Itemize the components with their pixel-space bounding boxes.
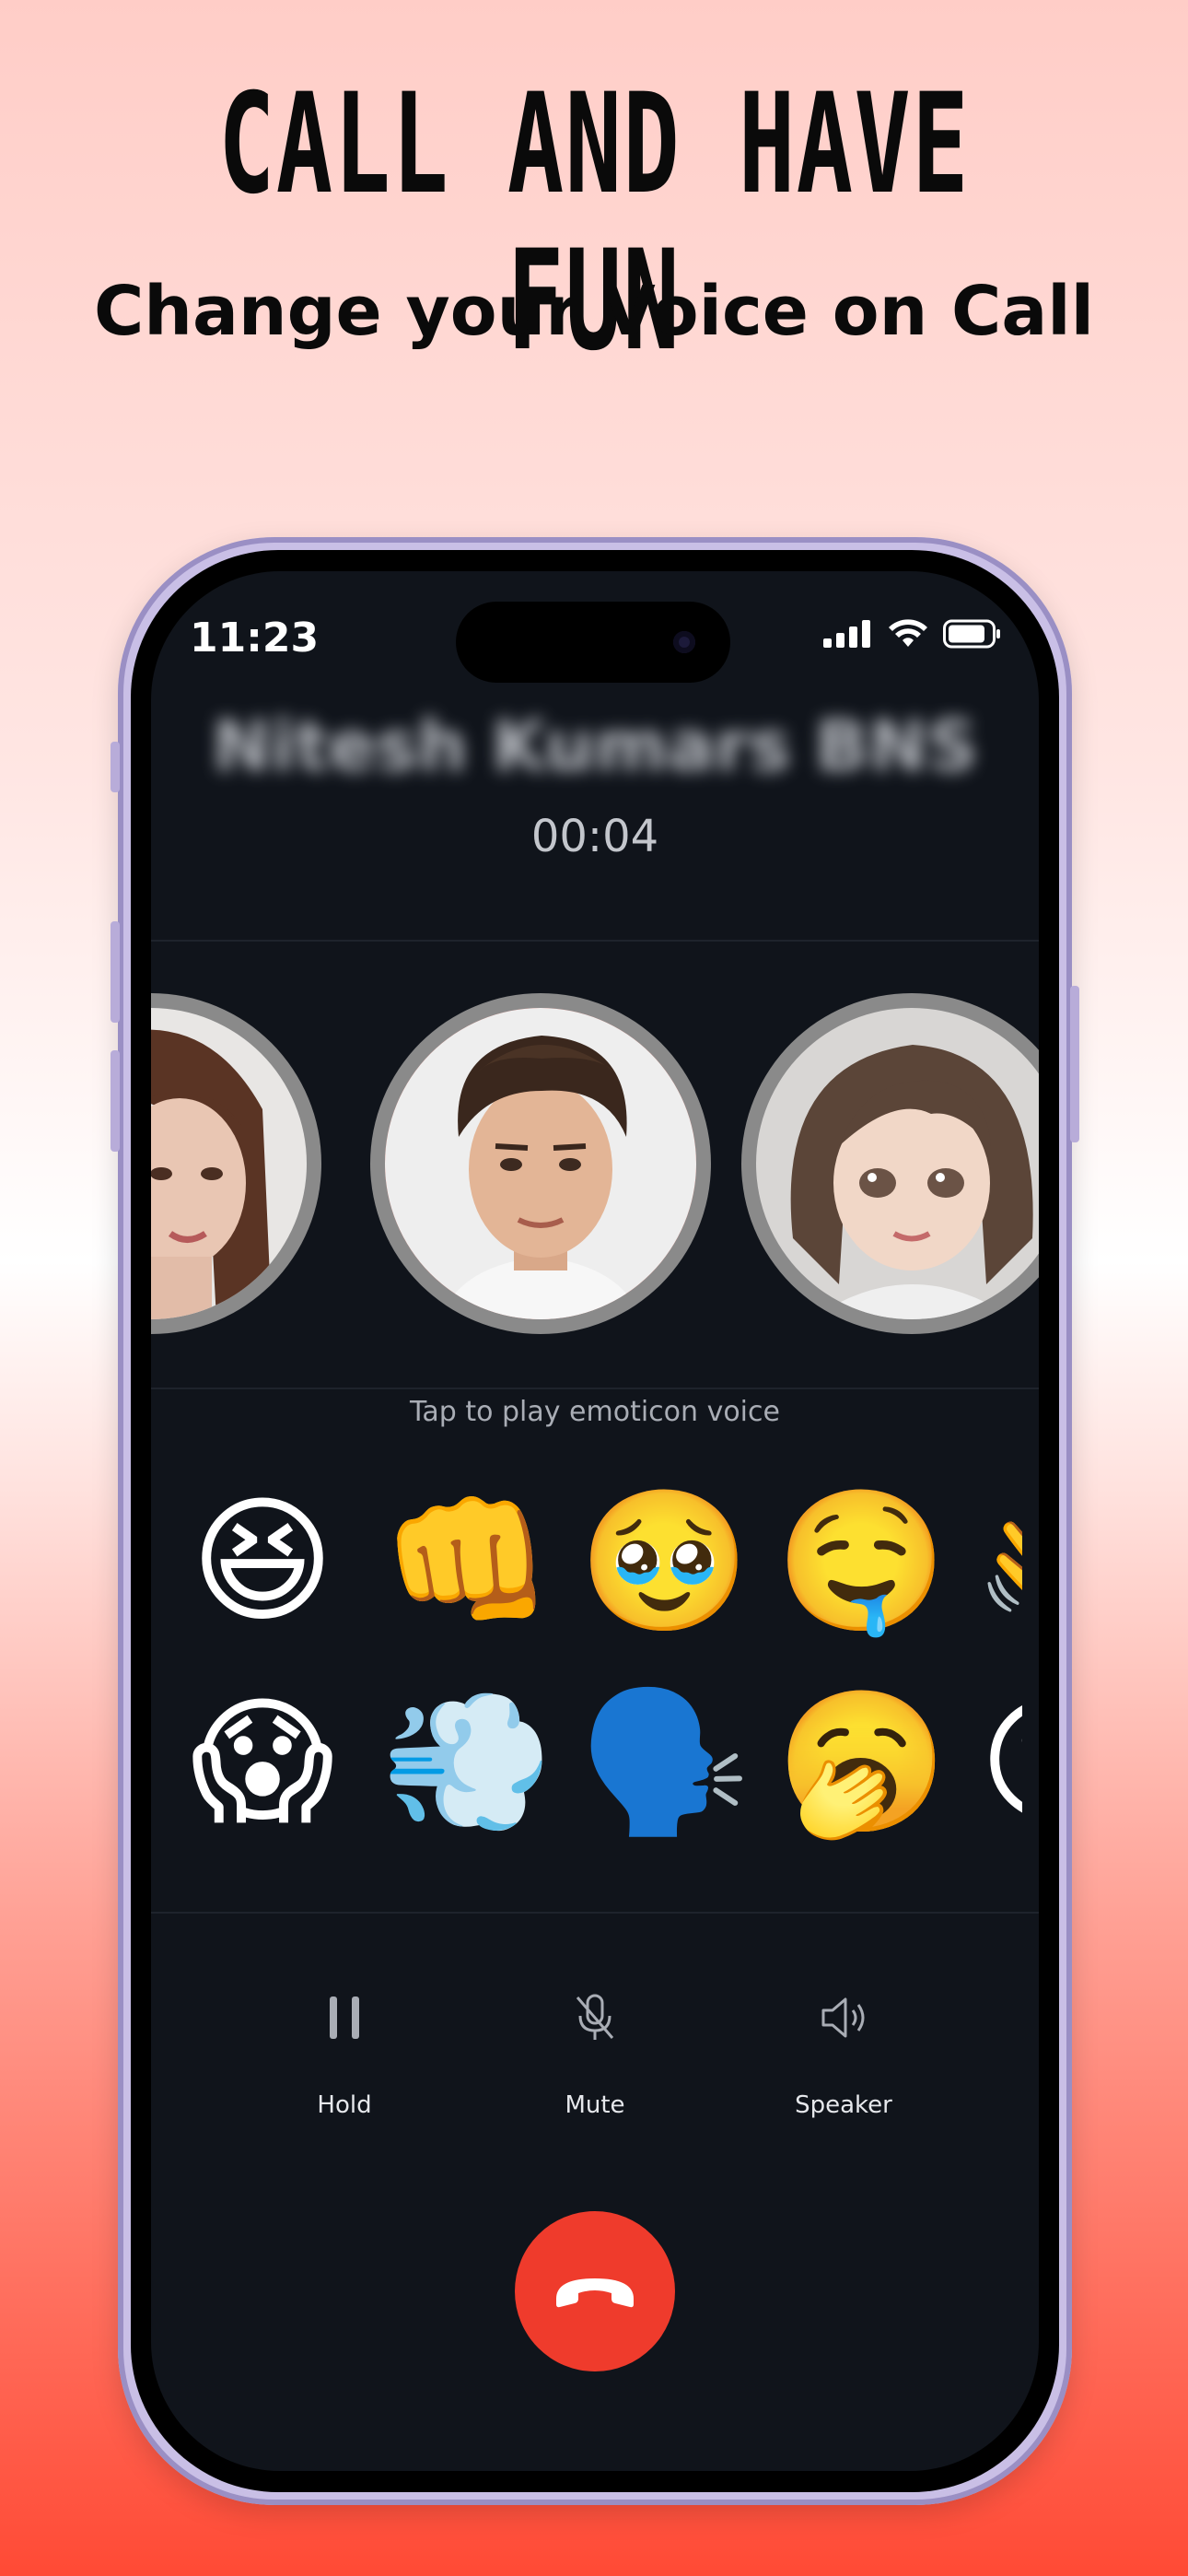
phone-hangup-icon bbox=[556, 2278, 634, 2308]
wifi-icon bbox=[889, 619, 927, 647]
hold-label: Hold bbox=[317, 2091, 372, 2119]
battery-icon bbox=[943, 619, 1000, 649]
mute-label: Mute bbox=[565, 2091, 625, 2119]
mute-button[interactable]: Mute bbox=[503, 1981, 687, 2119]
caller-name: Nitesh Kumars BNS bbox=[212, 705, 978, 787]
emoticon-drooling[interactable]: 🤤 bbox=[775, 1483, 948, 1640]
end-call-button[interactable] bbox=[515, 2211, 675, 2371]
volume-up-button bbox=[111, 921, 120, 1023]
emoticon-pleading[interactable]: 🥹 bbox=[578, 1483, 751, 1640]
divider-top bbox=[151, 940, 1039, 942]
emoticon-scream[interactable]: 😱 bbox=[184, 1684, 341, 1841]
girl-avatar-portrait bbox=[756, 1008, 1039, 1319]
voice-avatar-female[interactable] bbox=[151, 993, 321, 1334]
pause-icon bbox=[252, 1981, 437, 2055]
emoticon-wave[interactable]: 👋 bbox=[973, 1483, 1022, 1640]
cellular-signal-icon bbox=[823, 620, 870, 648]
male-avatar-portrait bbox=[385, 1008, 696, 1319]
emoticon-laughing[interactable]: 😆 bbox=[184, 1483, 341, 1640]
emoticon-hint: Tap to play emoticon voice bbox=[410, 1396, 780, 1428]
status-icons bbox=[823, 619, 1002, 649]
phone-screen: 11:23 Nitesh Kumars BNS 00:04 Tap to pla… bbox=[151, 571, 1039, 2471]
divider-middle bbox=[151, 1388, 1039, 1389]
camera-icon bbox=[673, 631, 695, 653]
dynamic-island bbox=[456, 602, 730, 683]
mic-off-icon bbox=[503, 1981, 687, 2055]
emoticon-yawn[interactable]: 🥱 bbox=[775, 1684, 948, 1841]
promo-subheadline: Change your Voice on Call bbox=[93, 272, 1095, 351]
volume-down-button bbox=[111, 1050, 120, 1152]
voice-avatar-girl[interactable] bbox=[741, 993, 1039, 1334]
emoticon-fist[interactable]: 👊 bbox=[381, 1483, 553, 1640]
female-avatar-portrait bbox=[151, 1008, 307, 1319]
voice-avatar-male[interactable] bbox=[370, 993, 711, 1334]
speaker-label: Speaker bbox=[795, 2091, 892, 2119]
call-timer: 00:04 bbox=[530, 811, 659, 862]
speaker-icon bbox=[751, 1981, 936, 2055]
speaker-button[interactable]: Speaker bbox=[751, 1981, 936, 2119]
emoticon-dash[interactable]: 💨 bbox=[381, 1684, 553, 1841]
hold-button[interactable]: Hold bbox=[252, 1981, 437, 2119]
status-time: 11:23 bbox=[190, 615, 320, 662]
emoticon-surprised[interactable]: 😮 bbox=[973, 1684, 1022, 1841]
emoticon-grid: 😆 👊 🥹 🤤 👋 😱 💨 🗣️ 🥱 😮 bbox=[184, 1483, 1022, 1870]
action-button bbox=[111, 742, 120, 792]
power-button bbox=[1070, 986, 1079, 1142]
emoticon-speaking-head[interactable]: 🗣️ bbox=[578, 1684, 751, 1841]
divider-bottom bbox=[151, 1912, 1039, 1914]
